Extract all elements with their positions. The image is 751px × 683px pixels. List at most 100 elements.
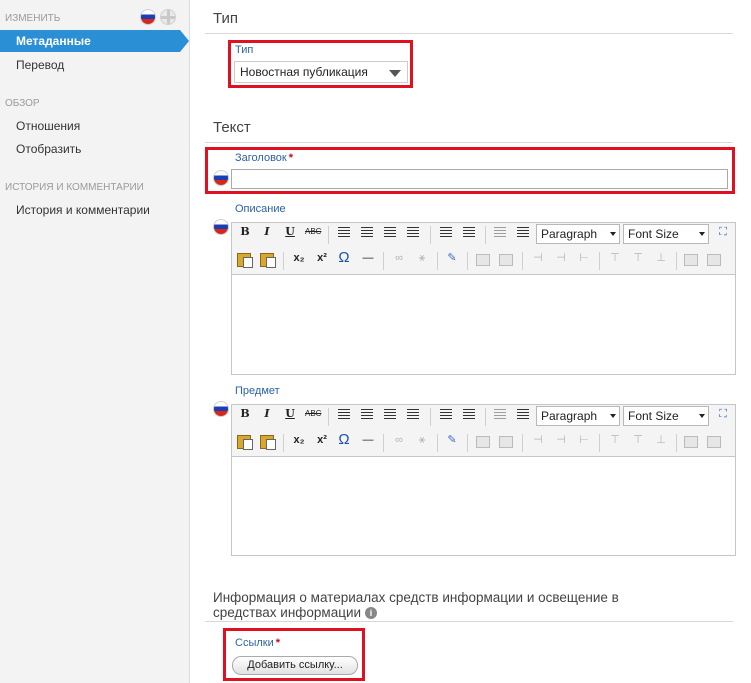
sidebar-item-translation[interactable]: Перевод [16,58,64,72]
table-properties-icon[interactable] [499,254,513,266]
text-section-title: Текст [213,119,251,136]
english-flag-icon[interactable] [160,9,176,25]
bullet-list-icon[interactable] [440,227,452,238]
insert-row-after-icon[interactable]: ⊣ [553,250,569,266]
table-icon[interactable] [476,436,490,448]
toolbar-separator [283,434,284,452]
insert-row-after-icon[interactable]: ⊣ [553,432,569,448]
unlink-icon[interactable]: ⚹ [414,432,430,448]
paragraph-format-select[interactable]: Paragraph [536,224,620,244]
align-justify-icon[interactable] [407,227,419,238]
toolbar-separator [383,434,384,452]
font-size-value: Font Size [628,409,679,423]
link-icon[interactable]: ∞ [391,432,407,448]
sidebar-item-display[interactable]: Отобразить [16,142,81,156]
align-center-icon[interactable] [361,227,373,238]
split-cells-icon[interactable] [707,254,721,266]
description-editor[interactable]: B I U ABC Paragraph Font Size ⛶ x₂ x² Ω … [231,222,736,375]
insert-row-before-icon[interactable]: ⊣ [530,250,546,266]
subscript-button[interactable]: x₂ [291,250,307,266]
heading-input[interactable] [231,169,728,189]
italic-button[interactable]: I [259,224,275,240]
fullscreen-icon[interactable]: ⛶ [715,406,731,422]
bold-button[interactable]: B [237,406,253,422]
special-character-button[interactable]: Ω [336,250,352,266]
chevron-down-icon [389,70,401,77]
horizontal-rule-button[interactable]: — [360,432,376,448]
paste-text-icon[interactable] [237,253,253,268]
sidebar-item-history[interactable]: История и комментарии [16,203,150,217]
bold-button[interactable]: B [237,224,253,240]
superscript-button[interactable]: x² [314,250,330,266]
align-justify-icon[interactable] [407,409,419,420]
font-size-value: Font Size [628,227,679,241]
table-properties-icon[interactable] [499,436,513,448]
italic-button[interactable]: I [259,406,275,422]
paragraph-format-select[interactable]: Paragraph [536,406,620,426]
sidebar-section-edit: ИЗМЕНИТЬ [5,13,61,24]
add-link-button[interactable]: Добавить ссылку... [232,656,358,675]
align-right-icon[interactable] [384,409,396,420]
subject-editor[interactable]: B I U ABC Paragraph Font Size ⛶ x₂ x² Ω … [231,404,736,556]
merge-cells-icon[interactable] [684,254,698,266]
insert-col-before-icon[interactable]: ⊤ [607,432,623,448]
horizontal-rule-button[interactable]: — [360,250,376,266]
link-icon[interactable]: ∞ [391,250,407,266]
font-size-select[interactable]: Font Size [623,406,709,426]
description-editor-area[interactable] [232,274,735,374]
type-select-value: Новостная публикация [240,65,368,79]
subject-field-label: Предмет [235,385,280,397]
merge-cells-icon[interactable] [684,436,698,448]
underline-button[interactable]: U [282,224,298,240]
superscript-button[interactable]: x² [314,432,330,448]
font-size-select[interactable]: Font Size [623,224,709,244]
align-center-icon[interactable] [361,409,373,420]
sidebar-item-metadata-label[interactable]: Метаданные [16,34,91,48]
fullscreen-icon[interactable]: ⛶ [715,224,731,240]
strikethrough-button[interactable]: ABC [305,224,321,240]
delete-row-icon[interactable]: ⊢ [576,250,592,266]
numbered-list-icon[interactable] [463,227,475,238]
unlink-icon[interactable]: ⚹ [414,250,430,266]
toolbar-separator [676,252,677,270]
special-character-button[interactable]: Ω [336,432,352,448]
sidebar-section-history: ИСТОРИЯ И КОММЕНТАРИИ [5,182,144,193]
russian-flag-icon[interactable] [140,9,156,25]
edit-source-icon[interactable]: ✎ [444,432,460,448]
subject-editor-area[interactable] [232,456,735,555]
type-section-divider [205,33,733,34]
info-icon[interactable]: i [365,607,378,620]
indent-icon[interactable] [517,409,529,420]
table-icon[interactable] [476,254,490,266]
split-cells-icon[interactable] [707,436,721,448]
strikethrough-button[interactable]: ABC [305,406,321,422]
delete-col-icon[interactable]: ⊥ [653,432,669,448]
delete-row-icon[interactable]: ⊢ [576,432,592,448]
insert-col-after-icon[interactable]: ⊤ [630,432,646,448]
paste-word-icon[interactable] [260,253,276,268]
media-info-section-divider [205,621,733,622]
insert-row-before-icon[interactable]: ⊣ [530,432,546,448]
subscript-button[interactable]: x₂ [291,432,307,448]
underline-button[interactable]: U [282,406,298,422]
insert-col-before-icon[interactable]: ⊤ [607,250,623,266]
paste-text-icon[interactable] [237,435,253,450]
align-left-icon[interactable] [338,409,350,420]
outdent-icon[interactable] [494,227,506,238]
toolbar-separator [383,252,384,270]
indent-icon[interactable] [517,227,529,238]
numbered-list-icon[interactable] [463,409,475,420]
insert-col-after-icon[interactable]: ⊤ [630,250,646,266]
paste-word-icon[interactable] [260,435,276,450]
outdent-icon[interactable] [494,409,506,420]
align-right-icon[interactable] [384,227,396,238]
bullet-list-icon[interactable] [440,409,452,420]
align-left-icon[interactable] [338,227,350,238]
type-section-title: Тип [213,10,239,27]
sidebar-item-relations[interactable]: Отношения [16,119,80,133]
delete-col-icon[interactable]: ⊥ [653,250,669,266]
edit-source-icon[interactable]: ✎ [444,250,460,266]
type-select[interactable]: Новостная публикация [234,61,408,83]
russian-flag-icon [213,401,229,417]
toolbar-separator [485,226,486,244]
